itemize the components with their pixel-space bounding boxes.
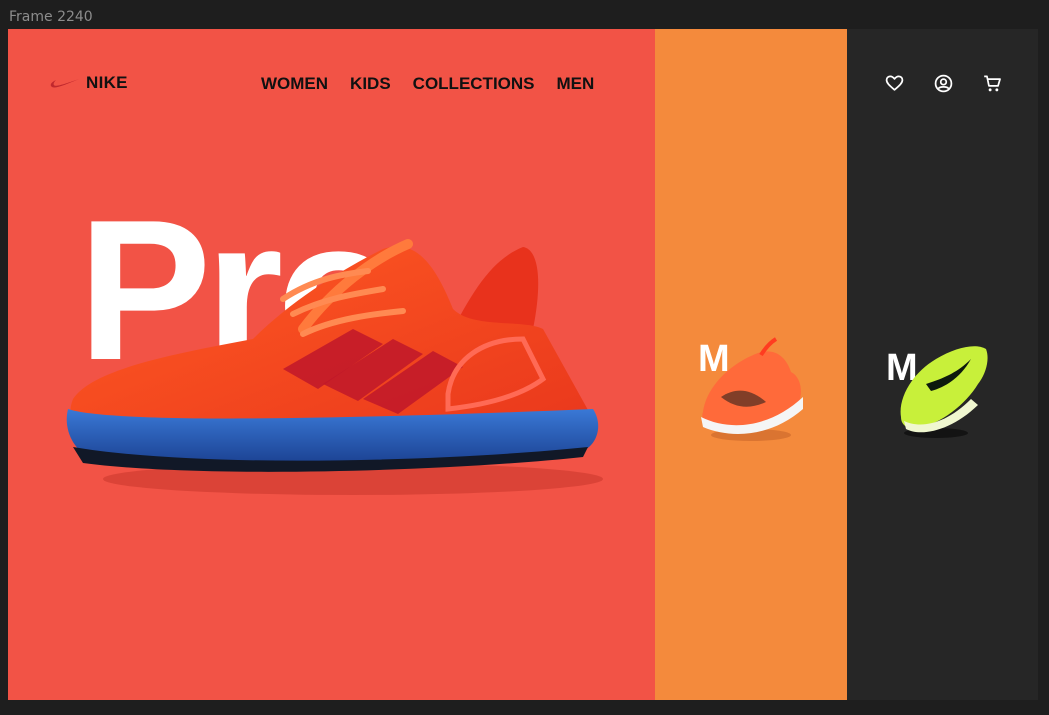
nav-men[interactable]: MEN xyxy=(557,74,595,94)
brand-logo[interactable]: NIKE xyxy=(50,73,128,93)
orange-shoe-image[interactable] xyxy=(691,317,811,447)
green-shoe-image[interactable] xyxy=(886,329,998,441)
cart-icon[interactable] xyxy=(983,74,1002,93)
landing-frame: NIKE WOMEN KIDS COLLECTIONS MEN Pro M M xyxy=(8,29,1038,700)
hero-shoe-image[interactable] xyxy=(53,219,613,519)
heart-icon[interactable] xyxy=(885,74,904,93)
user-circle-icon[interactable] xyxy=(934,74,953,93)
frame-label: Frame 2240 xyxy=(9,9,93,25)
brand-name: NIKE xyxy=(86,73,128,92)
nav-women[interactable]: WOMEN xyxy=(261,74,328,94)
header-actions xyxy=(885,74,1002,93)
nav-collections[interactable]: COLLECTIONS xyxy=(413,74,535,94)
swoosh-icon xyxy=(50,79,79,88)
main-nav: WOMEN KIDS COLLECTIONS MEN xyxy=(261,74,594,94)
nav-kids[interactable]: KIDS xyxy=(350,74,391,94)
